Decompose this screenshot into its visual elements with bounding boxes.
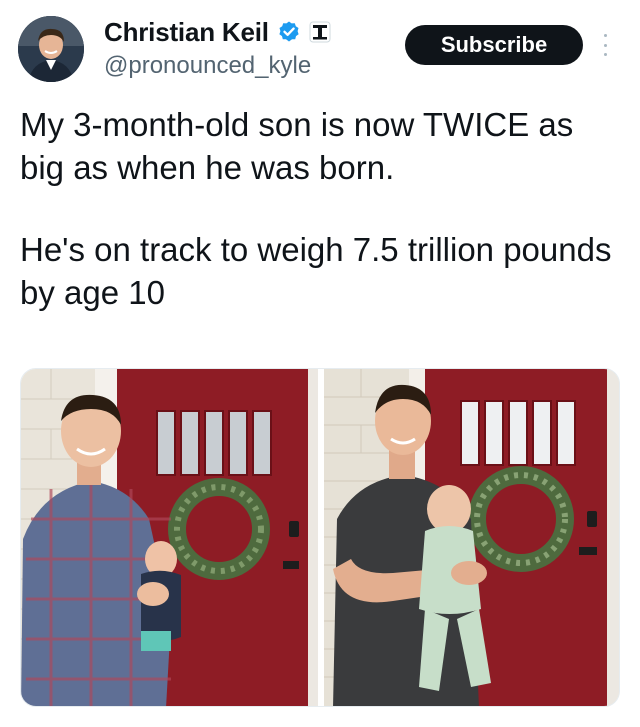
affiliate-badge-icon[interactable] <box>309 21 331 43</box>
author-avatar[interactable] <box>18 16 84 82</box>
more-vertical-icon[interactable] <box>598 30 612 60</box>
tweet-media[interactable] <box>20 368 620 707</box>
author-display-name[interactable]: Christian Keil <box>104 17 269 48</box>
author-name-row: Christian Keil <box>104 16 331 48</box>
verified-badge-icon <box>277 20 301 44</box>
author-handle[interactable]: @pronounced_kyle <box>104 52 311 80</box>
tweet-paragraph: He's on track to weigh 7.5 trillion poun… <box>20 231 612 311</box>
photo-newborn[interactable] <box>21 369 318 707</box>
tweet-card: Christian Keil @pronounced_kyle Subscrib… <box>0 0 640 727</box>
tweet-text: My 3-month-old son is now TWICE as big a… <box>20 104 620 314</box>
tweet-paragraph: My 3-month-old son is now TWICE as big a… <box>20 106 574 186</box>
subscribe-button[interactable]: Subscribe <box>405 25 583 65</box>
photo-three-months[interactable] <box>324 369 620 707</box>
